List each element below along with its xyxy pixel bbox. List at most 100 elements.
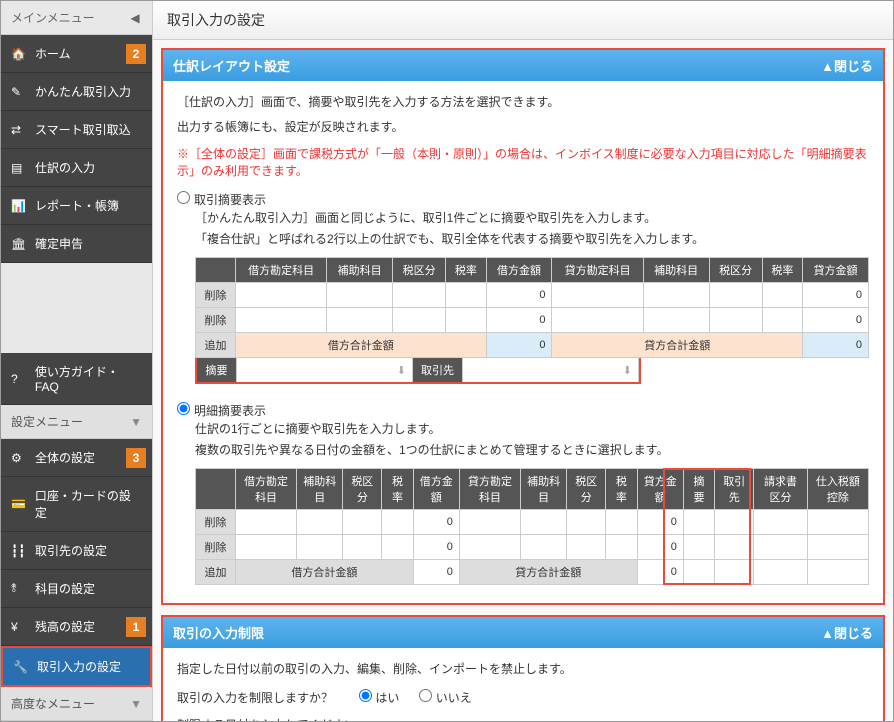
cell: 0 [486, 333, 552, 358]
radio-input[interactable] [359, 689, 372, 702]
sidebar: メインメニュー ◀ 🏠 ホーム 2 ✎ かんたん取引入力 ⇄ スマート取引取込 … [1, 1, 153, 721]
col: 貸方金額 [803, 258, 869, 283]
nav-global-settings[interactable]: ⚙ 全体の設定 3 [1, 439, 152, 477]
card-icon: 💳 [11, 497, 29, 511]
cell: 0 [486, 283, 552, 308]
question-text: 取引の入力を制限しますか？ [177, 689, 333, 706]
dropdown-icon: ⬇ [623, 364, 632, 377]
option-desc: 複数の取引先や異なる日付の金額を、1つの仕訳にまとめて管理するときに選択します。 [195, 440, 869, 460]
row-action[interactable]: 削除 [196, 509, 236, 534]
col: 税区分 [709, 258, 762, 283]
row-action[interactable]: 削除 [196, 534, 236, 559]
row-action[interactable]: 削除 [196, 283, 236, 308]
radio-input[interactable] [177, 191, 190, 204]
panel-title: 取引の入力制限 [173, 623, 264, 642]
cell: 0 [413, 534, 459, 559]
sidebar-header: メインメニュー ◀ [1, 1, 152, 35]
badge: 1 [126, 617, 146, 637]
radio-input[interactable] [419, 689, 432, 702]
radio-input[interactable] [177, 402, 190, 415]
row-action[interactable]: 追加 [196, 333, 236, 358]
sum-label: 借方合計金額 [236, 559, 414, 584]
collapse-toggle[interactable]: ▲閉じる [821, 623, 873, 642]
summary-field[interactable]: ⬇ [237, 358, 413, 382]
report-icon: 📊 [11, 199, 29, 213]
nav-transaction-input-settings[interactable]: 🔧 取引入力の設定 [1, 646, 152, 687]
panel-input-restriction: 取引の入力制限 ▲閉じる 指定した日付以前の取引の入力、編集、削除、インポートを… [161, 615, 885, 721]
col: 税区分 [393, 258, 446, 283]
nav-faq[interactable]: ? 使い方ガイド・FAQ [1, 353, 152, 405]
nav-label: 仕訳の入力 [35, 159, 95, 176]
cell: 0 [637, 509, 683, 534]
collapse-toggle[interactable]: ▲閉じる [821, 56, 873, 75]
radio-transaction-summary[interactable]: 取引摘要表示 [177, 191, 869, 208]
date-label: 制限する日付を入力してください。 [177, 716, 869, 721]
badge: 2 [126, 44, 146, 64]
cell: 0 [803, 308, 869, 333]
radio-label: 取引摘要表示 [194, 191, 266, 208]
nav-account-card-settings[interactable]: 💳 口座・カードの設定 [1, 477, 152, 532]
nav-account-title-settings[interactable]: ⥉ 科目の設定 [1, 570, 152, 608]
gear-icon: ⚙ [11, 451, 29, 465]
nav-label: 全体の設定 [35, 449, 95, 466]
nav-label: 取引入力の設定 [37, 658, 121, 675]
col: 税区分 [343, 468, 382, 509]
panel-layout-settings: 仕訳レイアウト設定 ▲閉じる ［仕訳の入力］画面で、摘要や取引先を入力する方法を… [161, 48, 885, 605]
row-action[interactable]: 追加 [196, 559, 236, 584]
radio-detail-summary[interactable]: 明細摘要表示 [177, 402, 869, 419]
radio-no[interactable]: いいえ [419, 689, 471, 706]
nav-label: 残高の設定 [35, 618, 95, 635]
import-icon: ⇄ [11, 123, 29, 137]
nav-partner-settings[interactable]: ┇┇ 取引先の設定 [1, 532, 152, 570]
sidebar-title: メインメニュー [11, 9, 95, 26]
section-title: 高度なメニュー [11, 695, 95, 712]
col: 税区分 [567, 468, 606, 509]
nav-label: 口座・カードの設定 [35, 487, 142, 521]
radio-yes[interactable]: はい [359, 689, 399, 706]
row-action[interactable]: 削除 [196, 308, 236, 333]
nav-tax-return[interactable]: 🏛 確定申告 [1, 225, 152, 263]
main: 取引入力の設定 仕訳レイアウト設定 ▲閉じる ［仕訳の入力］画面で、摘要や取引先… [153, 1, 893, 721]
col: 補助科目 [297, 468, 343, 509]
nav-label: かんたん取引入力 [35, 83, 131, 100]
nav-label: レポート・帳簿 [35, 197, 119, 214]
nav-balance-settings[interactable]: ¥ 残高の設定 1 [1, 608, 152, 646]
radio-label: 明細摘要表示 [194, 402, 266, 419]
summary-label: 摘要 [197, 358, 237, 382]
sum-label: 貸方合計金額 [552, 333, 803, 358]
collapse-icon[interactable]: ◀ [128, 11, 142, 25]
desc-text: ［仕訳の入力］画面で、摘要や取引先を入力する方法を選択できます。 [177, 93, 869, 112]
cell: 0 [486, 308, 552, 333]
col: 税率 [606, 468, 637, 509]
cell: 0 [413, 509, 459, 534]
cell: 0 [803, 333, 869, 358]
summary-fields-highlight: 摘要 ⬇ 取引先 ⬇ [195, 358, 641, 384]
sum-label: 貸方合計金額 [459, 559, 637, 584]
nav-label: ホーム [35, 45, 71, 62]
col: 請求書区分 [754, 468, 808, 509]
dropdown-icon: ⬇ [397, 364, 406, 377]
nav-smart-import[interactable]: ⇄ スマート取引取込 [1, 111, 152, 149]
nav-journal-entry[interactable]: ▤ 仕訳の入力 [1, 149, 152, 187]
panel-header: 仕訳レイアウト設定 ▲閉じる [163, 50, 883, 81]
col-blank [196, 468, 236, 509]
panel-header: 取引の入力制限 ▲閉じる [163, 617, 883, 648]
nav-label: 取引先の設定 [35, 542, 107, 559]
panel-title: 仕訳レイアウト設定 [173, 56, 290, 75]
nav-home[interactable]: 🏠 ホーム 2 [1, 35, 152, 73]
preview-table-1: 借方勘定科目 補助科目 税区分 税率 借方金額 貸方勘定科目 補助科目 税区分 … [195, 257, 869, 358]
advanced-section-header[interactable]: 高度なメニュー ▼ [1, 687, 152, 721]
partner-icon: ┇┇ [11, 544, 29, 558]
option-desc: 仕訳の1行ごとに摘要や取引先を入力します。 [195, 419, 869, 439]
settings-section-header[interactable]: 設定メニュー ▼ [1, 405, 152, 439]
section-title: 設定メニュー [11, 413, 83, 430]
col-summary: 摘要 [683, 468, 714, 509]
pencil-icon: ✎ [11, 85, 29, 99]
nav-label: 確定申告 [35, 235, 83, 252]
nav-reports[interactable]: 📊 レポート・帳簿 [1, 187, 152, 225]
warning-text: ※［全体の設定］画面で課税方式が「一般（本則・原則）」の場合は、インボイス制度に… [177, 145, 869, 179]
partner-field[interactable]: ⬇ [463, 358, 639, 382]
nav-easy-entry[interactable]: ✎ かんたん取引入力 [1, 73, 152, 111]
tax-icon: 🏛 [11, 237, 29, 251]
home-icon: 🏠 [11, 47, 29, 61]
